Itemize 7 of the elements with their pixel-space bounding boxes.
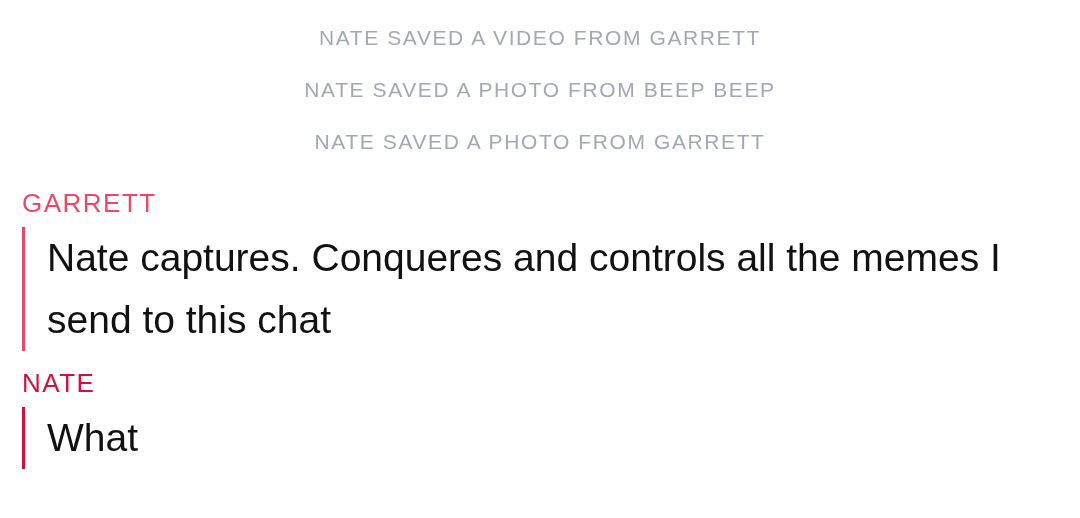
- message-text: Nate captures. Conqueres and controls all the memes I send to this chat: [47, 235, 1002, 343]
- system-note: NATE SAVED A VIDEO FROM GARRETT: [318, 25, 762, 51]
- message-text: What: [47, 415, 140, 461]
- system-note: NATE SAVED A PHOTO FROM BEEP BEEP: [304, 77, 776, 103]
- sender-name: NATE: [22, 367, 97, 399]
- sender-name: GARRETT: [22, 187, 158, 219]
- system-note: NATE SAVED A PHOTO FROM GARRETT: [314, 129, 766, 155]
